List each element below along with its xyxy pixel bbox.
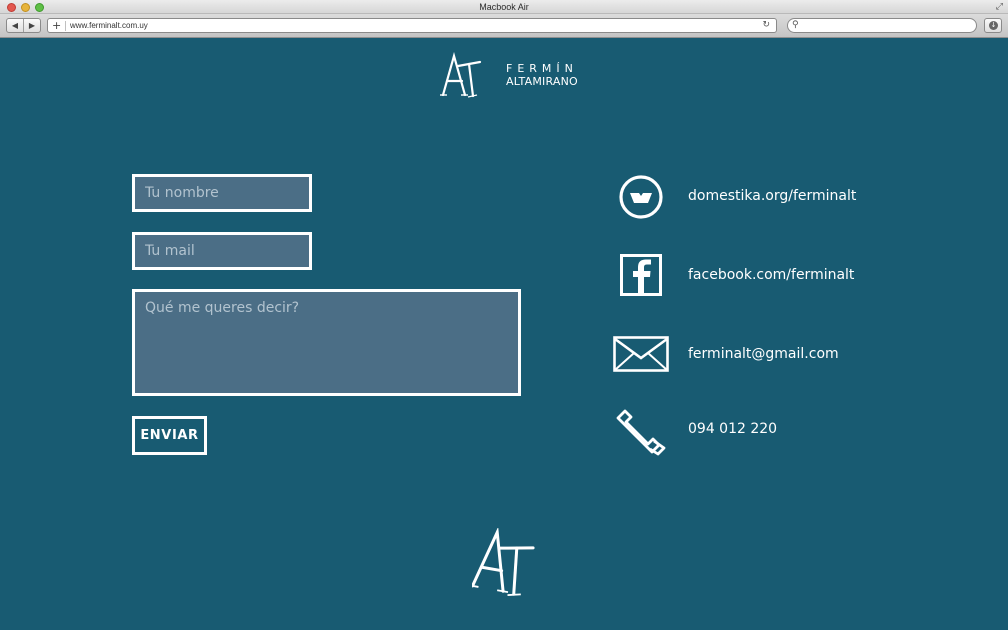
downloads-button[interactable]: ↓	[984, 18, 1002, 33]
brand-logo-icon[interactable]	[440, 52, 484, 98]
email-input[interactable]	[132, 232, 312, 270]
search-icon: ⚲	[792, 20, 799, 30]
brand-last-name: ALTAMIRANO	[506, 75, 578, 88]
brand-first-name: FERMÍN	[506, 62, 578, 75]
add-tab-icon[interactable]: +	[52, 19, 61, 32]
search-field[interactable]: ⚲	[787, 18, 977, 33]
navigation-buttons: ◀ ▶	[6, 18, 41, 33]
window-titlebar: Macbook Air ⤢	[0, 0, 1008, 14]
facebook-icon[interactable]	[620, 254, 662, 296]
fullscreen-icon[interactable]: ⤢	[996, 2, 1003, 12]
phone-number[interactable]: 094 012 220	[688, 421, 777, 437]
forward-button[interactable]: ▶	[23, 19, 40, 32]
name-input[interactable]	[132, 174, 312, 212]
send-button[interactable]: ENVIAR	[132, 416, 207, 455]
address-bar[interactable]: + www.ferminalt.com.uy ↻	[47, 18, 777, 33]
address-divider	[65, 21, 66, 31]
download-icon: ↓	[989, 21, 998, 30]
back-button[interactable]: ◀	[7, 19, 23, 32]
phone-icon[interactable]	[614, 408, 668, 456]
reload-icon[interactable]: ↻	[762, 19, 770, 32]
window-title: Macbook Air	[479, 2, 529, 12]
url-text[interactable]: www.ferminalt.com.uy	[70, 19, 148, 32]
mail-icon[interactable]	[613, 336, 669, 372]
domestika-link[interactable]: domestika.org/ferminalt	[688, 188, 856, 204]
message-textarea[interactable]	[132, 289, 521, 396]
browser-toolbar: ◀ ▶ + www.ferminalt.com.uy ↻ ⚲ ↓	[0, 14, 1008, 38]
email-link[interactable]: ferminalt@gmail.com	[688, 346, 839, 362]
footer-logo-icon	[472, 528, 535, 596]
domestika-icon[interactable]	[618, 174, 664, 220]
facebook-link[interactable]: facebook.com/ferminalt	[688, 267, 854, 283]
